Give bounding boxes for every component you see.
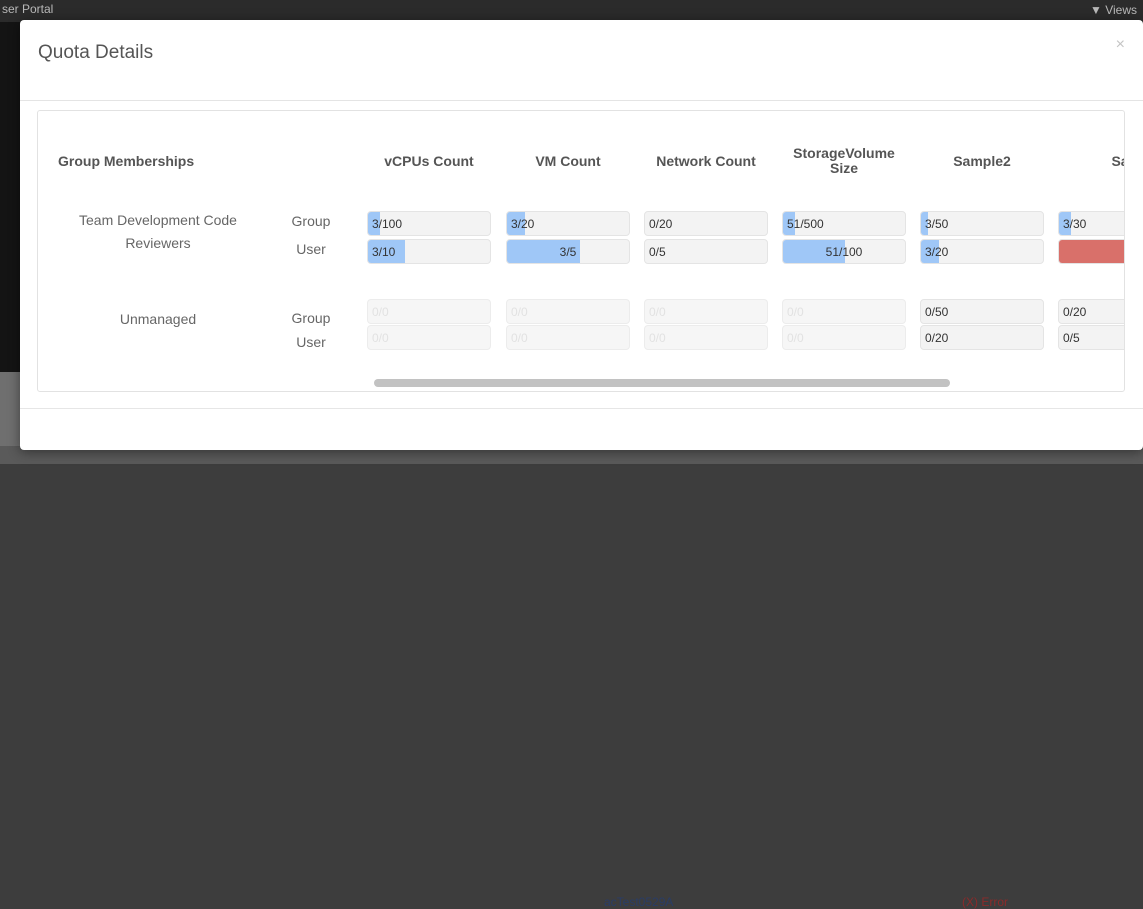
views-button[interactable]: ▼ Views (1090, 3, 1137, 17)
quota-value: 0/20 (925, 331, 949, 345)
background-window-title: ser Portal (2, 2, 54, 16)
group-memberships-header: Group Memberships (58, 152, 195, 169)
quota-value: 0/0 (649, 331, 666, 345)
quota-cell-storagevolume-size-group: 0/0 (782, 299, 906, 324)
quota-value: 3/50 (925, 217, 949, 231)
quota-value: 0/50 (925, 305, 949, 319)
quota-value: 3/5 (559, 245, 577, 259)
group-name-team-development: Team Development Code Reviewers (79, 212, 237, 251)
column-header-sample-truncated: Sa (1111, 152, 1124, 169)
quota-value: 51/100 (825, 245, 863, 259)
column-header-sample2: Sample2 (953, 152, 1011, 169)
modal-header: Quota Details × (20, 20, 1143, 101)
quota-value: 3/20 (511, 217, 535, 231)
quota-cell-vcpus-count-user: 0/0 (367, 325, 491, 350)
quota-value: 0/0 (511, 331, 528, 345)
row-type-group: Group (291, 213, 331, 229)
quota-cell-vm-count-group: 0/0 (506, 299, 630, 324)
quota-value: 0/0 (372, 305, 389, 319)
close-icon[interactable]: × (1116, 36, 1125, 54)
quota-table-panel: Group Memberships vCPUs Count VM Count N… (37, 110, 1125, 392)
row-type-group: Group (291, 310, 331, 326)
quota-cell-network-count-group: 0/20 (644, 211, 768, 236)
quota-cell-sample2-group: 3/50 (920, 211, 1044, 236)
quota-value: 0/0 (787, 331, 804, 345)
quota-value: 0/5 (1063, 331, 1080, 345)
column-header-storagevolume-size: StorageVolume Size (793, 145, 895, 176)
column-header-network-count: Network Count (656, 152, 756, 169)
quota-cell-vcpus-count-user: 3/10 (367, 239, 491, 264)
quota-cell-sample2-group: 0/50 (920, 299, 1044, 324)
quota-value: 0/0 (787, 305, 804, 319)
quota-value: 0/20 (649, 217, 673, 231)
quota-cell-vm-count-user: 0/0 (506, 325, 630, 350)
quota-value: 0/5 (649, 245, 666, 259)
background-title-bar: ser Portal ▼ Views (0, 0, 1143, 22)
quota-cell-sa-user: 0/5 (1058, 325, 1124, 350)
quota-value: 51/500 (787, 217, 824, 231)
modal-footer (20, 408, 1143, 451)
quota-cell-sa-group: 0/20 (1058, 299, 1124, 324)
quota-value: 3/30 (1063, 217, 1087, 231)
quota-value: 0/0 (511, 305, 528, 319)
quota-cell-network-count-group: 0/0 (644, 299, 768, 324)
scrollbar-thumb[interactable] (374, 379, 950, 387)
quota-value: 3/100 (372, 217, 403, 231)
quota-cell-storagevolume-size-user: 51/100 (782, 239, 906, 264)
quota-usage-bar (1059, 240, 1124, 263)
quota-value: 3/20 (925, 245, 949, 259)
quota-cell-storagevolume-size-group: 51/500 (782, 211, 906, 236)
quota-value: 0/0 (372, 331, 389, 345)
quota-value: 3/10 (372, 245, 396, 259)
background-row-name: acTest0529A (604, 895, 674, 909)
background-row-status: (X) Error (962, 895, 1008, 909)
views-label: Views (1105, 3, 1137, 17)
quota-cell-storagevolume-size-user: 0/0 (782, 325, 906, 350)
quota-cell-network-count-user: 0/0 (644, 325, 768, 350)
quota-value: 0/0 (649, 305, 666, 319)
quota-cell-vcpus-count-group: 3/100 (367, 211, 491, 236)
quota-cell-sa-group: 3/30 (1058, 211, 1124, 236)
column-header-vcpus-count: vCPUs Count (384, 152, 474, 169)
quota-cell-vcpus-count-group: 0/0 (367, 299, 491, 324)
quota-cell-sample2-user: 0/20 (920, 325, 1044, 350)
quota-cell-vm-count-group: 3/20 (506, 211, 630, 236)
column-header-vm-count: VM Count (535, 152, 601, 169)
quota-cell-sa-user (1058, 239, 1124, 264)
quota-details-modal: Quota Details × Group Memberships vCPUs … (20, 20, 1143, 450)
quota-cell-vm-count-user: 3/5 (506, 239, 630, 264)
group-name-unmanaged: Unmanaged (119, 311, 197, 327)
row-type-user: User (296, 241, 326, 257)
quota-value: 0/20 (1063, 305, 1087, 319)
quota-cell-sample2-user: 3/20 (920, 239, 1044, 264)
horizontal-scrollbar[interactable] (374, 377, 1124, 387)
modal-title: Quota Details (38, 42, 154, 63)
quota-cell-network-count-user: 0/5 (644, 239, 768, 264)
row-type-user: User (296, 334, 326, 350)
